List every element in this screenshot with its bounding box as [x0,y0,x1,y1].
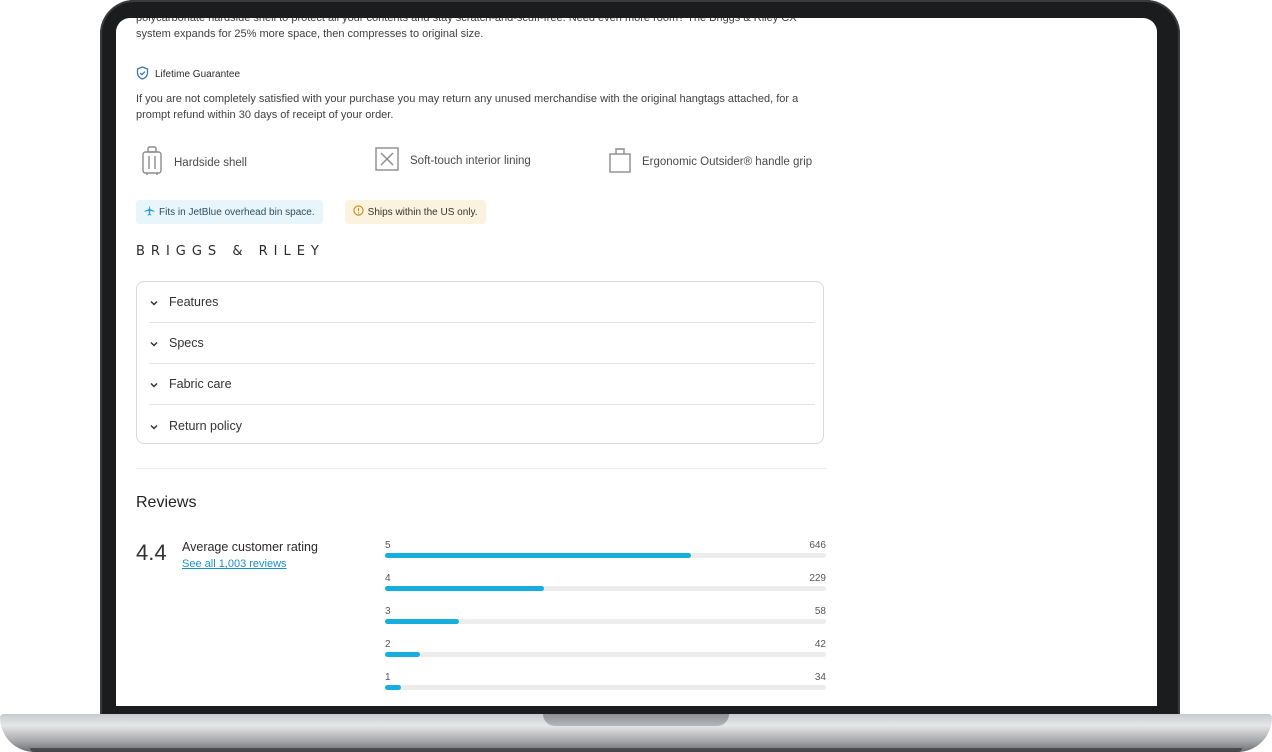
accordion-label: Fabric care [169,377,232,391]
guarantee-text: If you are not completely satisfied with… [136,93,799,121]
rating-count: 229 [809,573,826,584]
jetblue-badge: Fits in JetBlue overhead bin space. [136,200,323,224]
rating-bar-track [385,586,826,591]
rating-star-label: 5 [385,540,391,551]
rating-bar-fill [385,685,402,690]
rating-row-3[interactable]: 3 58 [385,604,826,634]
rating-bar-track [385,553,826,558]
rating-star-label: 1 [385,672,391,683]
jetblue-badge-label: Fits in JetBlue overhead bin space. [159,206,315,218]
product-badges: Fits in JetBlue overhead bin space. Ship… [136,200,486,224]
chevron-down-icon [149,379,159,389]
guarantee-title: Lifetime Guarantee [155,69,241,80]
rating-count: 34 [814,672,826,683]
rating-star-label: 2 [385,639,391,650]
shipping-badge-label: Ships within the US only. [367,206,478,218]
rating-bar-fill [385,586,544,591]
bag-handle-icon [608,146,632,177]
rating-row-5[interactable]: 5 646 [385,538,826,568]
rating-row-1[interactable]: 1 34 [385,670,826,700]
rating-bar-track [385,619,826,624]
rating-bar-track [385,685,826,690]
chevron-down-icon [149,297,159,307]
rating-bar-fill [385,553,692,558]
feature-label: Hardside shell [174,156,247,169]
accordion-label: Specs [169,336,204,350]
feature-interior-lining: Soft-touch interior lining [374,146,531,175]
accordion-label: Features [169,295,219,309]
rating-count: 646 [809,540,826,551]
luggage-icon [140,146,164,179]
product-accordion: Features Specs Fabric care Return policy [136,281,824,444]
info-icon [353,205,364,219]
rating-bar-fill [385,619,460,624]
chevron-down-icon [149,421,159,431]
rating-star-label: 4 [385,573,391,584]
accordion-features[interactable]: Features [149,282,815,323]
accordion-return-policy[interactable]: Return policy [149,405,815,446]
laptop-base-shadow [30,748,1242,752]
feature-hardside-shell: Hardside shell [140,146,247,179]
feature-handle-grip: Ergonomic Outsider® handle grip [608,146,812,177]
shipping-badge: Ships within the US only. [344,200,486,224]
laptop-base-notch [543,714,729,726]
section-divider [136,468,826,469]
average-rating-value: 4.4 [136,540,167,565]
lining-icon [374,146,400,175]
product-description: polycarbonate hardside shell to protect … [136,18,808,40]
rating-row-2[interactable]: 2 42 [385,637,826,667]
rating-row-4[interactable]: 4 229 [385,571,826,601]
shield-check-icon [136,66,149,83]
rating-bar-fill [385,652,421,657]
accordion-specs[interactable]: Specs [149,323,815,364]
rating-count: 42 [814,639,826,650]
laptop-screen: polycarbonate hardside shell to protect … [116,18,1157,706]
accordion-fabric-care[interactable]: Fabric care [149,364,815,405]
feature-highlights: Hardside shell Soft-touch interior linin… [140,146,830,176]
rating-count: 58 [814,606,826,617]
feature-label: Ergonomic Outsider® handle grip [642,155,813,168]
accordion-label: Return policy [169,418,242,433]
brand-logo: BRIGGS & RILEY [136,244,325,259]
chevron-down-icon [149,338,159,348]
rating-star-label: 3 [385,606,391,617]
see-all-reviews-link[interactable]: See all 1,003 reviews [182,558,287,570]
guarantee-heading: Lifetime Guarantee [136,66,240,83]
feature-label: Soft-touch interior lining [410,154,531,167]
airplane-icon [144,205,155,219]
reviews-heading: Reviews [136,494,197,511]
average-rating-label: Average customer rating [182,540,318,554]
rating-bar-track [385,652,826,657]
